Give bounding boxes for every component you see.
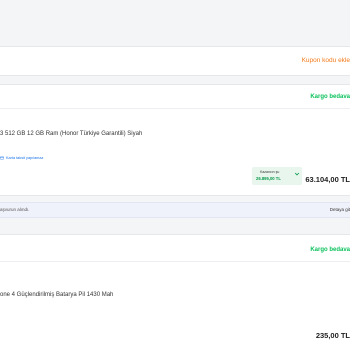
earnings-label: Kazancın şu	[260, 170, 280, 174]
divider	[0, 261, 350, 262]
seller-card: Kargo bedava one 4 Güçlendirilmiş Batary…	[0, 234, 350, 350]
details-link[interactable]: Detaya git	[330, 207, 350, 212]
product-price: 63.104,00 TL	[305, 175, 350, 184]
product-name[interactable]: 3 512 GB 12 GB Ram (Honor Türkiye Garant…	[0, 131, 142, 137]
installment-text: Karta taksit yapılamaz	[6, 156, 44, 160]
info-band: aşvurun alındı. Detaya git	[0, 202, 350, 218]
add-coupon-link[interactable]: Kupon kodu ekle	[302, 57, 350, 64]
product-price: 235,00 TL	[315, 331, 350, 340]
card-icon	[0, 156, 4, 160]
installment-note: Karta taksit yapılamaz	[0, 156, 43, 160]
chevron-down-icon[interactable]	[294, 171, 300, 177]
free-shipping-label: Kargo bedava	[310, 247, 350, 253]
product-name[interactable]: one 4 Güçlendirilmiş Bataryа Pil 1430 Ma…	[0, 292, 113, 298]
coupon-card: Kupon kodu ekle	[0, 46, 350, 76]
free-shipping-label: Kargo bedava	[310, 94, 350, 100]
top-spacer	[0, 22, 350, 34]
divider	[0, 108, 350, 109]
seller-card: Kargo bedava 3 512 GB 12 GB Ram (Honor T…	[0, 84, 350, 196]
info-text: aşvurun alındı.	[0, 207, 30, 212]
earnings-amount: 26.895,00 TL	[256, 176, 281, 181]
earnings-box[interactable]: Kazancın şu 26.895,00 TL	[252, 167, 302, 185]
